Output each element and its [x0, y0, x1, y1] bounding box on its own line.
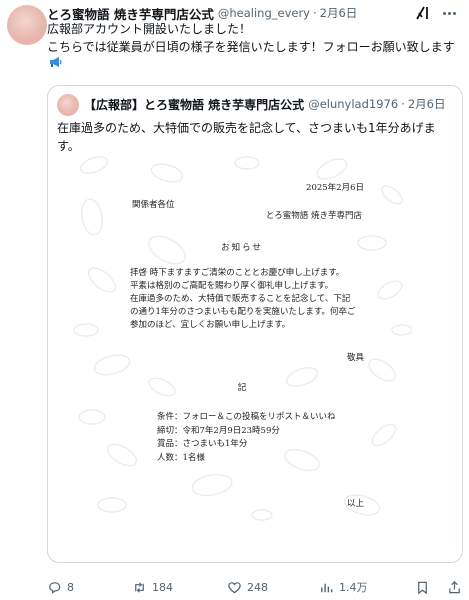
tweet-text-line-2: こちらでは従業員が日頃の様子を発信いたします！フォローお願い致します — [47, 39, 455, 54]
notice-conditions: 条件：フォロー＆この投稿をリポスト＆いいね 締切：令和7年2月9日23時59分 … — [157, 411, 336, 465]
notice-closing: 以上 — [346, 499, 364, 509]
bookmark-button[interactable] — [415, 578, 430, 596]
like-count: 248 — [247, 580, 268, 594]
notice-body-line: 参加のほど、宜しくお願い申し上げます。 — [130, 320, 291, 330]
reply-button[interactable]: 8 — [47, 578, 74, 596]
author-handle[interactable]: @healing_every — [218, 6, 310, 20]
notice-title: お知らせ — [221, 243, 263, 253]
notice-image[interactable]: 2025年2月6日 関係者各位 とろ蜜物語 焼き芋専門店 お知らせ 拝啓 時下ま… — [72, 155, 412, 525]
tweet-header: とろ蜜物語 焼き芋専門店公式 @healing_every · 2月6日 — [47, 4, 407, 22]
views-icon — [321, 583, 333, 592]
notice-condition: 条件：フォロー＆この投稿をリポスト＆いいね — [157, 412, 336, 422]
notice-sender: とろ蜜物語 焼き芋専門店 — [265, 211, 362, 221]
notice-ki: 記 — [237, 383, 247, 393]
notice-sign: 敬具 — [346, 353, 364, 363]
repost-count: 184 — [152, 580, 173, 594]
notice-date: 2025年2月6日 — [306, 183, 364, 193]
reply-count: 8 — [67, 580, 74, 594]
tweet-text: 広報部アカウント開設いたしました！ こちらでは従業員が日頃の様子を発信いたします… — [47, 21, 465, 74]
separator-dot: · — [313, 6, 317, 20]
action-bar: 8 184 248 1.4万 — [47, 578, 465, 596]
quote-author-name: 【広報部】とろ蜜物語 焼き芋専門店公式 — [84, 97, 305, 112]
notice-body-line: 在庫過多のため、大特価で販売することを記念して、下記 — [130, 294, 351, 304]
repost-icon — [135, 581, 144, 593]
megaphone-icon — [49, 56, 63, 74]
tweet-time[interactable]: 2月6日 — [320, 5, 358, 21]
quote-text: 在庫過多のため、大特価での販売を記念して、さつまいも1年分あげます。 — [57, 121, 436, 153]
tweet-text-line-1: 広報部アカウント開設いたしました！ — [47, 22, 252, 36]
quote-header: 【広報部】とろ蜜物語 焼き芋専門店公式 @elunylad1976 · 2月6日 — [84, 95, 459, 113]
like-icon — [228, 581, 241, 593]
share-icon — [449, 580, 460, 593]
like-button[interactable]: 248 — [227, 578, 268, 596]
quote-time: 2月6日 — [407, 97, 446, 111]
more-icon[interactable] — [438, 4, 460, 22]
notice-body-line: 拝啓 時下ますますご清栄のこととお慶び申し上げます。 — [130, 268, 345, 278]
share-button[interactable] — [447, 578, 462, 596]
notice-body-line: の通り1年分のさつまいもも配りを実施いたします。何卒ご — [130, 307, 356, 317]
reply-icon — [49, 581, 61, 594]
bookmark-icon — [418, 581, 427, 594]
notice-condition: 人数：1名様 — [157, 452, 205, 463]
quote-author-handle: @elunylad1976 — [308, 97, 399, 111]
author-avatar[interactable] — [7, 5, 47, 45]
quote-author-avatar — [57, 94, 79, 116]
notice-condition: 締切：令和7年2月9日23時59分 — [157, 425, 280, 436]
notice-body: 拝啓 時下ますますご清栄のこととお慶び申し上げます。 平素は格別のご高配を賜わり… — [130, 267, 356, 332]
repost-button[interactable]: 184 — [132, 578, 173, 596]
quote-separator: · — [401, 97, 405, 111]
grok-icon[interactable] — [414, 4, 432, 22]
author-name[interactable]: とろ蜜物語 焼き芋専門店公式 — [47, 4, 214, 23]
notice-condition: 賞品：さつまいも1年分 — [157, 439, 248, 449]
notice-addressee: 関係者各位 — [132, 200, 175, 210]
views-button[interactable]: 1.4万 — [319, 578, 368, 596]
notice-body-line: 平素は格別のご高配を賜わり厚く御礼申し上げます。 — [130, 281, 334, 291]
views-count: 1.4万 — [339, 581, 368, 594]
